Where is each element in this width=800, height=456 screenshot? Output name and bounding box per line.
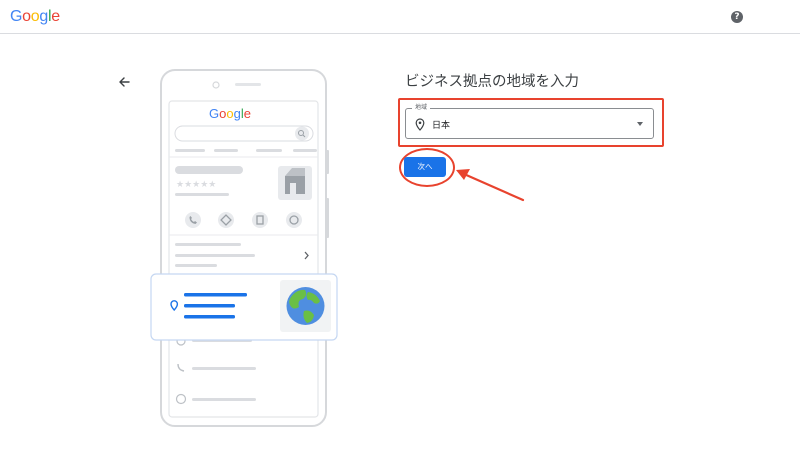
annotation-arrow-icon <box>456 169 525 202</box>
phone-logo-letter: G <box>209 106 219 121</box>
phone-logo-letter: g <box>234 106 241 121</box>
next-button[interactable]: 次へ <box>404 157 446 177</box>
google-logo[interactable]: Google <box>10 8 60 26</box>
phone-logo-letter: o <box>226 106 233 121</box>
logo-letter: g <box>39 8 48 25</box>
logo-letter: o <box>22 8 31 25</box>
rating-stars: ★★★★★ <box>176 180 216 190</box>
globe-icon <box>286 287 325 325</box>
phone-logo-letter: o <box>219 106 226 121</box>
region-field-label: 地域 <box>412 104 431 112</box>
logo-letter: e <box>51 8 60 25</box>
save-icon <box>252 212 268 228</box>
phone-logo-letter: e <box>244 106 251 121</box>
phone-google-logo: Google <box>209 106 251 121</box>
phone-icon <box>185 212 201 228</box>
website-icon <box>286 212 302 228</box>
dropdown-arrow-icon[interactable] <box>637 122 643 126</box>
phone-illustration: Google ★★★★★ <box>150 69 338 427</box>
top-bar: Google ? <box>0 0 800 34</box>
region-select[interactable]: 地域 日本 <box>405 104 654 139</box>
back-arrow-icon[interactable] <box>116 74 132 90</box>
region-field-value: 日本 <box>432 121 451 131</box>
location-pin-icon <box>415 118 425 131</box>
help-icon[interactable]: ? <box>731 11 743 23</box>
logo-letter: G <box>10 8 23 25</box>
page-title: ビジネス拠点の地域を入力 <box>405 74 579 90</box>
